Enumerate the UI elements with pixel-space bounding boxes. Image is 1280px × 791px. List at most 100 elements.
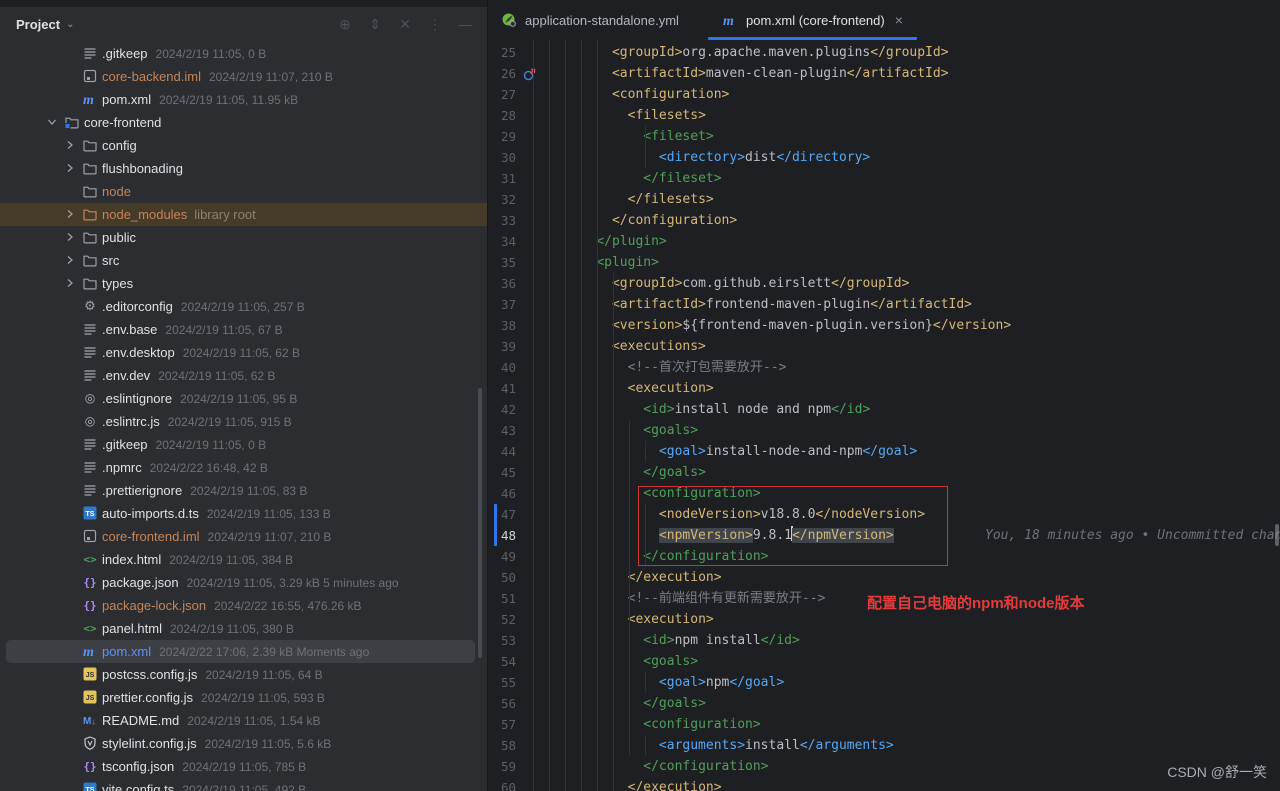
code-line-29[interactable]: 29 <fileset> <box>489 126 1280 147</box>
code-line-41[interactable]: 41 <execution> <box>489 378 1280 399</box>
code-line-44[interactable]: 44 <goal>install-node-and-npm</goal> <box>489 441 1280 462</box>
tree-item-public[interactable]: public <box>0 226 487 249</box>
collapse-icon[interactable]: ✕ <box>397 16 413 33</box>
code-line-46[interactable]: 46 <configuration> <box>489 483 1280 504</box>
code-editor[interactable]: 25 <groupId>org.apache.maven.plugins</gr… <box>489 40 1280 791</box>
tree-item-.env.desktop[interactable]: .env.desktop2024/2/19 11:05, 62 B <box>0 341 487 364</box>
tree-item-node_modules[interactable]: node_moduleslibrary root <box>0 203 487 226</box>
code-line-35[interactable]: 35 <plugin> <box>489 252 1280 273</box>
code-line-26[interactable]: 26 <artifactId>maven-clean-plugin</artif… <box>489 63 1280 84</box>
tree-item-postcss.config.js[interactable]: JSpostcss.config.js2024/2/19 11:05, 64 B <box>0 663 487 686</box>
chevron-right-icon[interactable] <box>62 275 78 291</box>
code-line-58[interactable]: 58 <arguments>install</arguments> <box>489 735 1280 756</box>
tab-application-standalone.yml[interactable]: application-standalone.yml <box>489 0 707 40</box>
tree-item-label: .gitkeep2024/2/19 11:05, 0 B <box>102 42 266 66</box>
tree-item-extra: library root <box>194 207 255 222</box>
tree-item-tsconfig.json[interactable]: {}tsconfig.json2024/2/19 11:05, 785 B <box>0 755 487 778</box>
tree-item-package.json[interactable]: {}package.json2024/2/19 11:05, 3.29 kB 5… <box>0 571 487 594</box>
tree-item-stylelint.config.js[interactable]: stylelint.config.js2024/2/19 11:05, 5.6 … <box>0 732 487 755</box>
code-line-54[interactable]: 54 <goals> <box>489 651 1280 672</box>
project-panel-title[interactable]: Project <box>16 17 60 32</box>
tree-item-prettier.config.js[interactable]: JSprettier.config.js2024/2/19 11:05, 593… <box>0 686 487 709</box>
tree-item-core-frontend[interactable]: core-frontend <box>0 111 487 134</box>
tree-item-meta: 2024/2/19 11:07, 210 B <box>209 70 333 84</box>
code-line-38[interactable]: 38 <version>${frontend-maven-plugin.vers… <box>489 315 1280 336</box>
code-line-34[interactable]: 34 </plugin> <box>489 231 1280 252</box>
code-line-48[interactable]: 48 <npmVersion>9.8.1</npmVersion>You, 18… <box>489 525 1280 546</box>
tree-item-meta: 2024/2/19 11:05, 1.54 kB <box>187 714 320 728</box>
tree-item-.editorconfig[interactable]: ⚙.editorconfig2024/2/19 11:05, 257 B <box>0 295 487 318</box>
tree-item-pom.xml[interactable]: mpom.xml2024/2/19 11:05, 11.95 kB <box>0 88 487 111</box>
tree-item-flushbonading[interactable]: flushbonading <box>0 157 487 180</box>
chevron-down-icon[interactable] <box>44 114 60 130</box>
code-line-37[interactable]: 37 <artifactId>frontend-maven-plugin</ar… <box>489 294 1280 315</box>
project-tree-scrollbar[interactable] <box>478 388 482 658</box>
code-line-39[interactable]: 39 <executions> <box>489 336 1280 357</box>
tree-item-index.html[interactable]: <>index.html2024/2/19 11:05, 384 B <box>0 548 487 571</box>
tree-item-vite.config.ts[interactable]: TSvite.config.ts2024/2/19 11:05, 492 B <box>0 778 487 791</box>
code-text: <artifactId>frontend-maven-plugin</artif… <box>565 294 972 315</box>
chevron-right-icon[interactable] <box>62 160 78 176</box>
locate-icon[interactable]: ⊕ <box>337 16 353 33</box>
code-line-45[interactable]: 45 </goals> <box>489 462 1280 483</box>
expand-icon[interactable]: ⇕ <box>367 16 383 33</box>
line-number: 38 <box>489 315 516 336</box>
tree-item-.eslintignore[interactable]: ◎.eslintignore2024/2/19 11:05, 95 B <box>0 387 487 410</box>
csdn-watermark: CSDN @舒一笑 <box>1167 762 1267 782</box>
svg-text:↓: ↓ <box>92 717 97 727</box>
tree-item-.gitkeep[interactable]: .gitkeep2024/2/19 11:05, 0 B <box>0 433 487 456</box>
code-line-28[interactable]: 28 <filesets> <box>489 105 1280 126</box>
close-icon[interactable]: × <box>895 12 903 28</box>
tree-item-config[interactable]: config <box>0 134 487 157</box>
editor-scrollbar-thumb[interactable] <box>1275 524 1279 546</box>
more-icon[interactable]: ⋮ <box>427 16 443 33</box>
code-line-33[interactable]: 33 </configuration> <box>489 210 1280 231</box>
hide-icon[interactable]: — <box>457 16 473 32</box>
tree-item-.gitkeep[interactable]: .gitkeep2024/2/19 11:05, 0 B <box>0 42 487 65</box>
tree-item-package-lock.json[interactable]: {}package-lock.json2024/2/22 16:55, 476.… <box>0 594 487 617</box>
tree-item-node[interactable]: node <box>0 180 487 203</box>
chevron-right-icon[interactable] <box>62 206 78 222</box>
code-line-32[interactable]: 32 </filesets> <box>489 189 1280 210</box>
tree-item-panel.html[interactable]: <>panel.html2024/2/19 11:05, 380 B <box>0 617 487 640</box>
code-line-31[interactable]: 31 </fileset> <box>489 168 1280 189</box>
code-line-30[interactable]: 30 <directory>dist</directory> <box>489 147 1280 168</box>
code-line-57[interactable]: 57 <configuration> <box>489 714 1280 735</box>
tree-item-core-frontend.iml[interactable]: core-frontend.iml2024/2/19 11:07, 210 B <box>0 525 487 548</box>
tree-item-.env.base[interactable]: .env.base2024/2/19 11:05, 67 B <box>0 318 487 341</box>
code-line-40[interactable]: 40 <!--首次打包需要放开--> <box>489 357 1280 378</box>
code-line-42[interactable]: 42 <id>install node and npm</id> <box>489 399 1280 420</box>
code-line-60[interactable]: 60 </execution> <box>489 777 1280 791</box>
code-line-25[interactable]: 25 <groupId>org.apache.maven.plugins</gr… <box>489 42 1280 63</box>
code-line-36[interactable]: 36 <groupId>com.github.eirslett</groupId… <box>489 273 1280 294</box>
code-line-49[interactable]: 49 </configuration> <box>489 546 1280 567</box>
tree-item-README.md[interactable]: M↓README.md2024/2/19 11:05, 1.54 kB <box>0 709 487 732</box>
chevron-right-icon[interactable] <box>62 229 78 245</box>
tree-item-.npmrc[interactable]: .npmrc2024/2/22 16:48, 42 B <box>0 456 487 479</box>
code-line-43[interactable]: 43 <goals> <box>489 420 1280 441</box>
tree-item-.eslintrc.js[interactable]: ◎.eslintrc.js2024/2/19 11:05, 915 B <box>0 410 487 433</box>
maven-gutter-icon[interactable] <box>523 67 536 80</box>
code-line-56[interactable]: 56 </goals> <box>489 693 1280 714</box>
tab-pom.xml[interactable]: mpom.xml (core-frontend)× <box>708 0 917 40</box>
tree-item-.prettierignore[interactable]: .prettierignore2024/2/19 11:05, 83 B <box>0 479 487 502</box>
code-line-55[interactable]: 55 <goal>npm</goal> <box>489 672 1280 693</box>
tree-item-src[interactable]: src <box>0 249 487 272</box>
tree-item-core-backend.iml[interactable]: core-backend.iml2024/2/19 11:07, 210 B <box>0 65 487 88</box>
tree-item-.env.dev[interactable]: .env.dev2024/2/19 11:05, 62 B <box>0 364 487 387</box>
code-line-50[interactable]: 50 </execution> <box>489 567 1280 588</box>
svg-text:M: M <box>83 716 91 727</box>
code-line-47[interactable]: 47 <nodeVersion>v18.8.0</nodeVersion> <box>489 504 1280 525</box>
code-line-27[interactable]: 27 <configuration> <box>489 84 1280 105</box>
tree-item-pom.xml[interactable]: mpom.xml2024/2/22 17:06, 2.39 kB Moments… <box>0 640 487 663</box>
tree-item-types[interactable]: types <box>0 272 487 295</box>
tree-item-label: src <box>102 249 119 272</box>
code-line-59[interactable]: 59 </configuration> <box>489 756 1280 777</box>
tree-item-auto-imports.d.ts[interactable]: TSauto-imports.d.ts2024/2/19 11:05, 133 … <box>0 502 487 525</box>
code-line-53[interactable]: 53 <id>npm install</id> <box>489 630 1280 651</box>
chevron-right-icon[interactable] <box>62 252 78 268</box>
chevron-right-icon[interactable] <box>62 137 78 153</box>
line-number: 51 <box>489 588 516 609</box>
tree-item-label: pom.xml2024/2/19 11:05, 11.95 kB <box>102 88 298 112</box>
file-text-icon <box>82 45 98 61</box>
